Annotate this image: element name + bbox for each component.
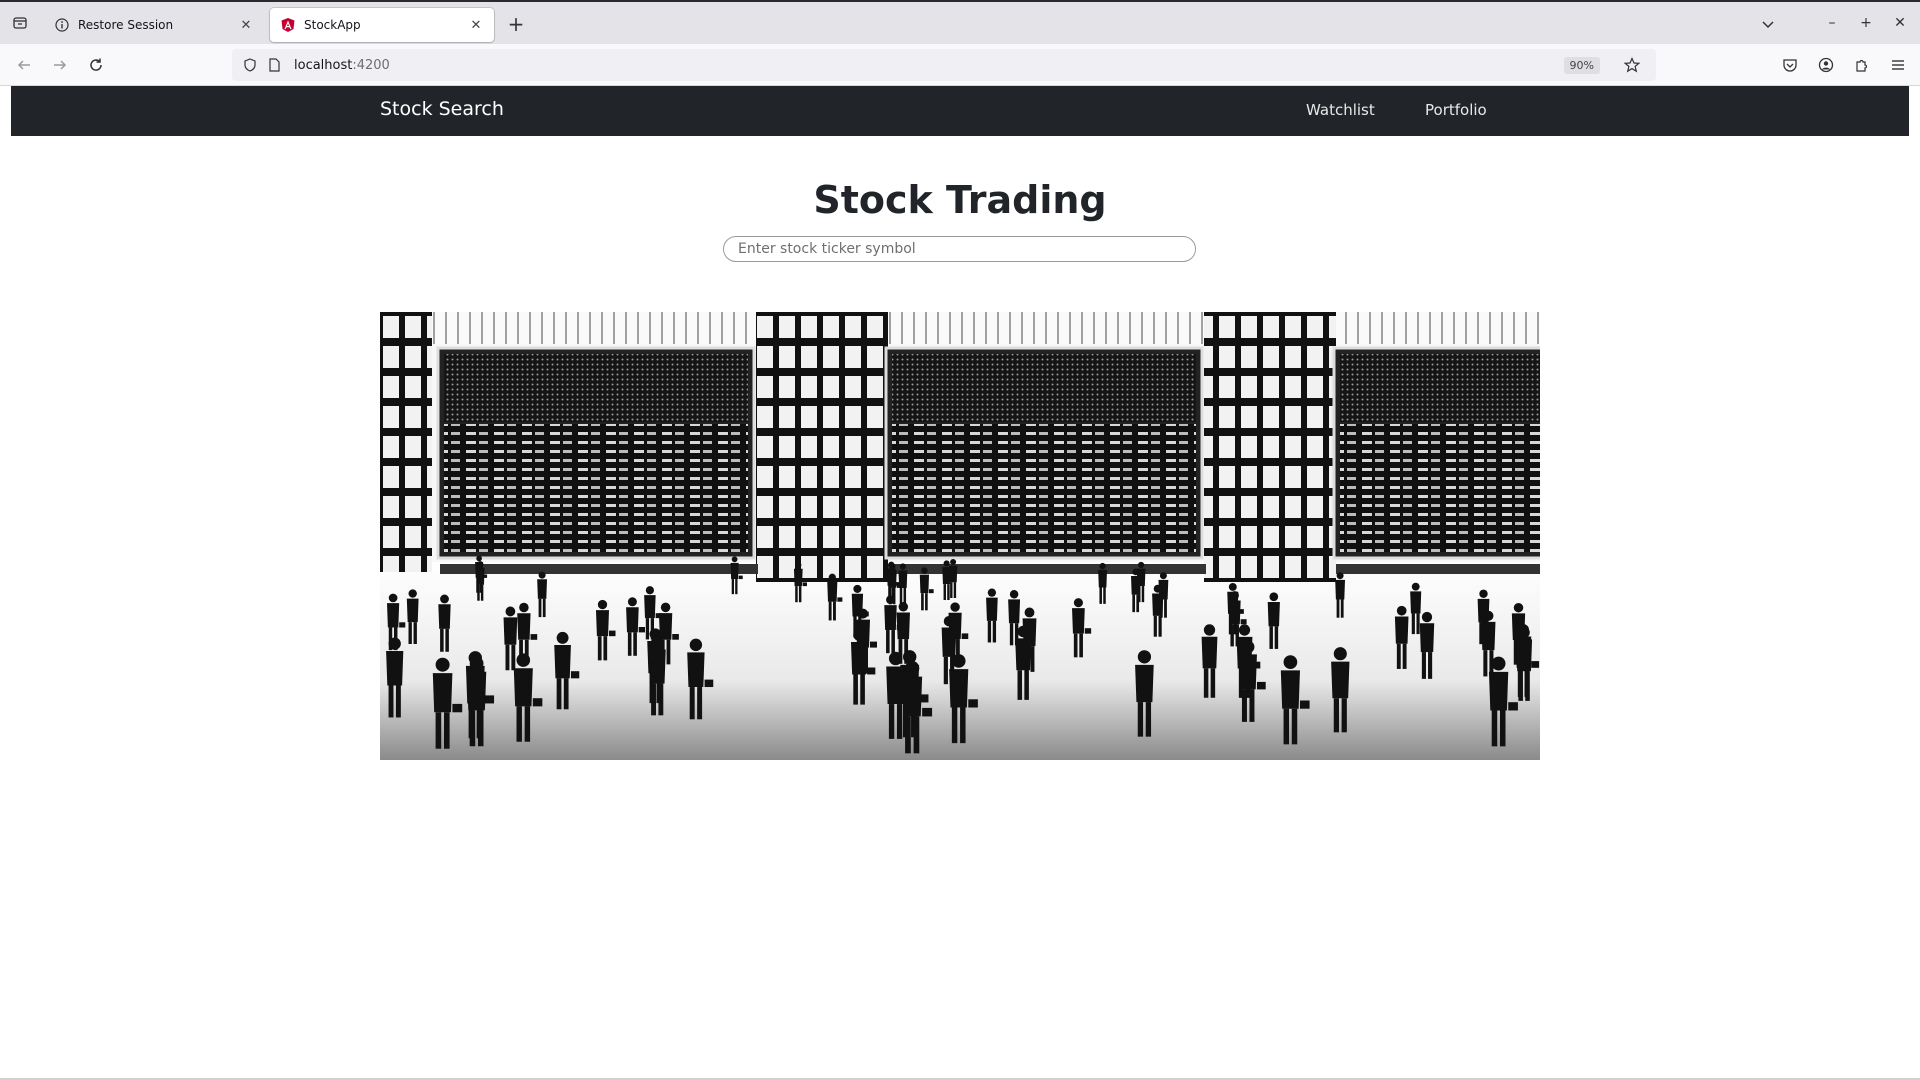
tab-list-icon[interactable] (8, 11, 32, 35)
reload-icon[interactable] (84, 53, 108, 77)
app-navbar: Stock Search Watchlist Portfolio (11, 86, 1909, 136)
window-controls: – + ✕ (1818, 10, 1914, 36)
brand-link[interactable]: Stock Search (380, 98, 504, 120)
url-bar[interactable]: localhost:4200 90% (232, 49, 1656, 81)
shield-icon[interactable] (238, 53, 262, 77)
minimize-icon[interactable]: – (1818, 10, 1846, 36)
close-tab-icon[interactable]: ✕ (236, 15, 256, 35)
forward-icon[interactable] (48, 53, 72, 77)
back-icon[interactable] (12, 53, 36, 77)
account-icon[interactable] (1814, 53, 1838, 77)
browser-toolbar: localhost:4200 90% (0, 44, 1920, 86)
browser-chrome: Restore Session ✕ StockApp ✕ + – + ✕ loc… (0, 0, 1920, 86)
tab-title: StockApp (304, 18, 361, 32)
tab-stockapp[interactable]: StockApp ✕ (270, 8, 494, 42)
pocket-icon[interactable] (1778, 53, 1802, 77)
close-window-icon[interactable]: ✕ (1886, 10, 1914, 36)
bookmark-star-icon[interactable] (1620, 53, 1644, 77)
zoom-level-badge[interactable]: 90% (1563, 57, 1600, 74)
url-host: localhost (294, 57, 353, 73)
info-icon (54, 17, 70, 33)
ticker-search-input[interactable] (723, 236, 1196, 262)
angular-icon (280, 17, 296, 33)
hero-image (380, 312, 1540, 760)
menu-icon[interactable] (1886, 53, 1910, 77)
url-port: :4200 (352, 57, 390, 73)
extensions-icon[interactable] (1850, 53, 1874, 77)
page-icon[interactable] (262, 53, 286, 77)
tab-title: Restore Session (78, 18, 174, 32)
page-title: Stock Trading (813, 178, 1107, 222)
tab-restore-session[interactable]: Restore Session ✕ (44, 8, 264, 42)
new-tab-icon[interactable]: + (504, 12, 528, 36)
toolbar-actions (1778, 53, 1910, 77)
nav-link-watchlist[interactable]: Watchlist (1306, 101, 1375, 119)
maximize-icon[interactable]: + (1852, 10, 1880, 36)
close-tab-icon[interactable]: ✕ (466, 15, 486, 35)
page-viewport: Stock Search Watchlist Portfolio Stock T… (0, 86, 1920, 1080)
url-text: localhost:4200 (294, 58, 390, 73)
stock-exchange-illustration (380, 312, 1540, 760)
chevron-down-icon[interactable] (1756, 12, 1780, 36)
tab-bar: Restore Session ✕ StockApp ✕ + – + ✕ (0, 0, 1920, 44)
nav-link-portfolio[interactable]: Portfolio (1425, 101, 1487, 119)
